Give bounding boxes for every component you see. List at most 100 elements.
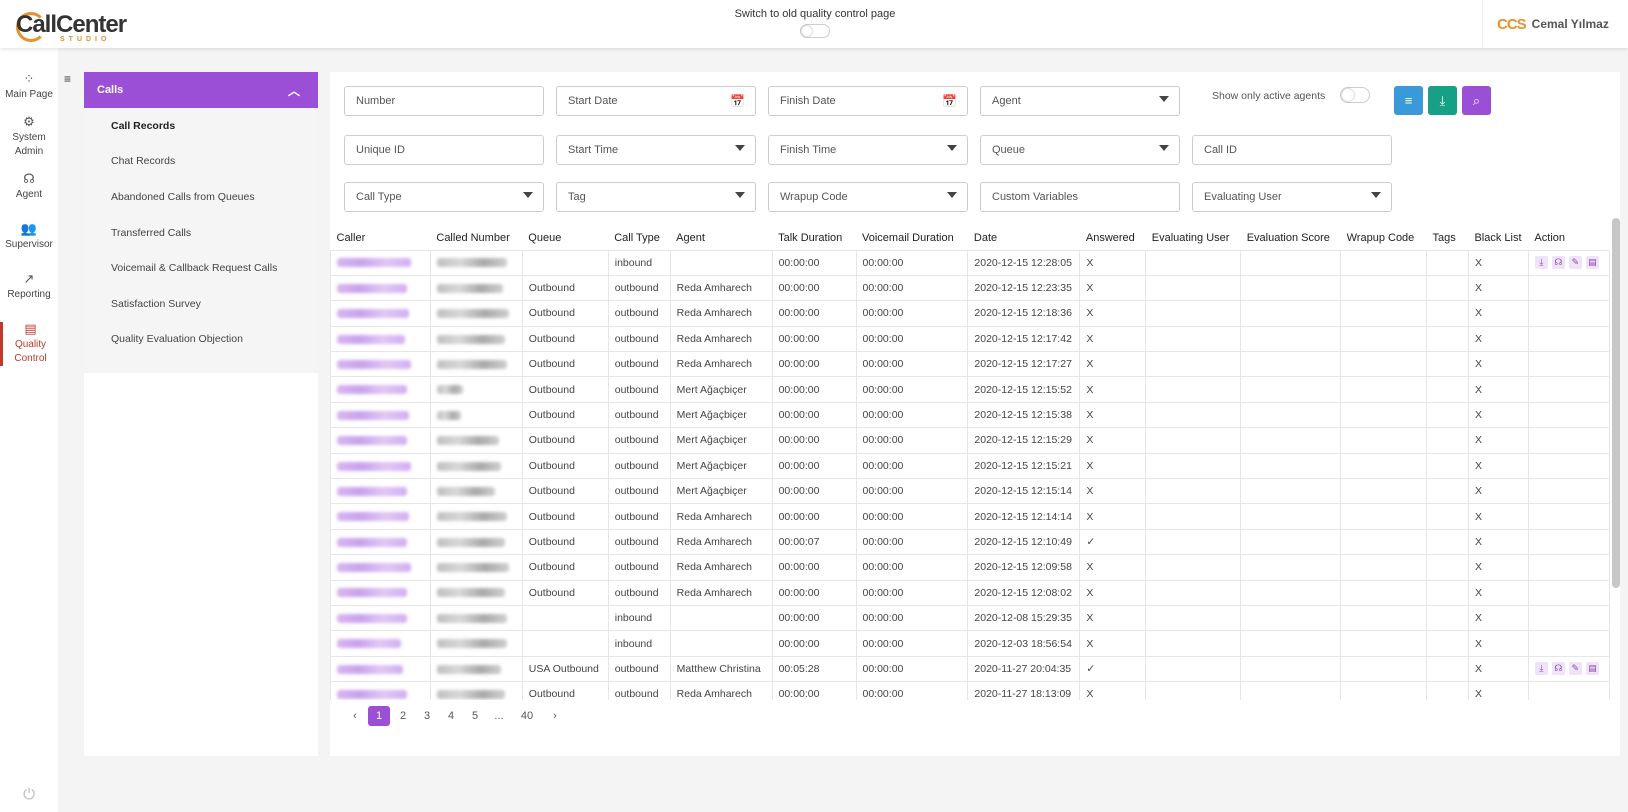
col-header[interactable]: Agent (670, 226, 772, 250)
clipboard-icon[interactable]: ▤ (1585, 256, 1599, 270)
col-header[interactable]: Call Type (608, 226, 670, 250)
table-row[interactable]: inbound 00:00:00 00:00:00 2020-12-08 15:29:… (330, 604, 1610, 632)
table-row[interactable]: Outbound outbound Reda Amharech 00:00:00 00:… (330, 681, 1610, 700)
col-header[interactable]: Black List (1468, 226, 1528, 250)
next-page-button[interactable]: › (544, 706, 566, 726)
table-row[interactable]: Outbound outbound Reda Amharech 00:00:00 00:… (330, 351, 1610, 378)
finish-time-select[interactable]: Finish Time (768, 135, 968, 165)
submenu-item-chat-records[interactable]: Chat Records (84, 144, 318, 180)
submenu-item-call-records[interactable]: Call Records (84, 108, 318, 144)
col-header[interactable]: Caller (331, 226, 431, 250)
clipboard-icon: ▤ (24, 321, 37, 336)
queue-cell (521, 249, 609, 276)
answered-cell: X (1079, 503, 1147, 530)
table-row[interactable]: Outbound outbound Reda Amharech 00:00:00 00:… (330, 554, 1610, 581)
nav-main-page[interactable]: ⁘ Main Page (0, 72, 58, 102)
agent-cell (669, 249, 773, 276)
table-row[interactable]: Outbound outbound Mert Ağaçbiçer 00:00:00 00… (330, 376, 1610, 403)
clipboard-icon[interactable]: ▤ (1585, 662, 1599, 676)
table-row[interactable]: inbound 00:00:00 00:00:00 2020-12-15 12:28:… (330, 249, 1610, 276)
page-button-4[interactable]: 4 (440, 706, 462, 726)
col-header[interactable]: Wrapup Code (1341, 226, 1427, 250)
calendar-icon[interactable]: 📅 (730, 94, 745, 108)
submenu-header[interactable]: Calls ︿ (84, 72, 318, 108)
agent-select[interactable]: Agent (980, 86, 1180, 116)
wrapup-code-select[interactable]: Wrapup Code (768, 182, 968, 212)
queue-select[interactable]: Queue (980, 135, 1180, 165)
collapse-menu-icon[interactable]: ≡ (64, 72, 71, 86)
nav-quality-control[interactable]: ▤ Quality Control (0, 322, 58, 366)
submenu-item-abandoned-calls[interactable]: Abandoned Calls from Queues (84, 179, 318, 215)
custom-variables-field[interactable]: Custom Variables (980, 182, 1180, 212)
calendar-icon[interactable]: 📅 (942, 94, 957, 108)
table-row[interactable]: Outbound outbound Reda Amharech 00:00:00 00:… (330, 503, 1610, 530)
nav-reporting[interactable]: ↗ Reporting (0, 272, 58, 302)
caller-cell (330, 503, 431, 530)
start-date-field[interactable]: Start Date 📅 (556, 86, 756, 116)
submenu-item-satisfaction-survey[interactable]: Satisfaction Survey (84, 286, 318, 322)
table-row[interactable]: Outbound outbound Mert Ağaçbiçer 00:00:00 00… (330, 401, 1610, 429)
records-table: Caller Called Number Queue Call Type Age… (330, 226, 1610, 700)
callcenter-logo[interactable]: CallCenter STUDIO (16, 6, 127, 44)
search-button[interactable]: ⌕ (1462, 86, 1491, 115)
table-row[interactable]: Outbound outbound Mert Ağaçbiçer 00:00:00 00… (330, 478, 1610, 505)
headphones-icon[interactable]: ☊ (1551, 256, 1565, 270)
col-header[interactable]: Tags (1427, 226, 1469, 250)
table-scrollbar[interactable] (1612, 218, 1620, 588)
col-header[interactable]: Voicemail Duration (856, 226, 968, 250)
page-button-2[interactable]: 2 (392, 706, 414, 726)
table-row[interactable]: inbound 00:00:00 00:00:00 2020-12-03 18:56:… (330, 630, 1610, 657)
col-header[interactable]: Called Number (430, 226, 522, 250)
pencil-icon[interactable]: ✎ (1568, 662, 1582, 676)
table-row[interactable]: Outbound outbound Mert Ağaçbiçer 00:00:00 00… (330, 452, 1610, 480)
col-header[interactable]: Queue (522, 226, 608, 250)
col-header[interactable]: Evaluation Score (1241, 226, 1341, 250)
submenu-item-transferred-calls[interactable]: Transferred Calls (84, 215, 318, 251)
tag-select[interactable]: Tag (556, 182, 756, 212)
call-type-select[interactable]: Call Type (344, 182, 544, 212)
filter-button[interactable]: ≡ (1394, 86, 1423, 115)
table-row[interactable]: Outbound outbound Reda Amharech 00:00:00 00:… (330, 274, 1610, 302)
table-row[interactable]: USA Outbound outbound Matthew Christina 00:… (330, 655, 1610, 683)
evaluating-user-select[interactable]: Evaluating User (1192, 182, 1392, 212)
submenu-item-quality-objection[interactable]: Quality Evaluation Objection (84, 322, 318, 358)
nav-agent[interactable]: ☊ Agent (0, 172, 58, 202)
power-icon[interactable]: ⏻ (20, 786, 38, 804)
active-agents-toggle[interactable] (1340, 87, 1370, 103)
col-header[interactable]: Talk Duration (772, 226, 856, 250)
table-row[interactable]: Outbound outbound Reda Amharech 00:00:00 00:… (330, 325, 1610, 353)
call-type-placeholder: Call Type (356, 191, 402, 203)
user-menu[interactable]: CCS Cemal Yılmaz (1482, 0, 1628, 48)
page-button-3[interactable]: 3 (416, 706, 438, 726)
talk-cell: 00:00:00 (771, 249, 857, 276)
page-button-1[interactable]: 1 (368, 706, 390, 726)
download-icon[interactable]: ⤓ (1534, 256, 1548, 270)
table-row[interactable]: Outbound outbound Reda Amharech 00:00:00 00:… (330, 300, 1610, 327)
start-time-select[interactable]: Start Time (556, 135, 756, 165)
call-id-field[interactable]: Call ID (1192, 135, 1392, 165)
nav-system-admin[interactable]: ⚙ System Admin (0, 115, 58, 159)
answered-cell: X (1079, 427, 1147, 454)
page-button-40[interactable]: 40 (512, 706, 542, 726)
prev-page-button[interactable]: ‹ (344, 706, 366, 726)
unique-id-field[interactable]: Unique ID (344, 135, 544, 165)
export-button[interactable]: ⤓ (1428, 86, 1457, 115)
redacted-caller (337, 461, 411, 471)
col-header[interactable]: Answered (1080, 226, 1146, 250)
table-row[interactable]: Outbound outbound Reda Amharech 00:00:00 00:… (330, 579, 1610, 606)
col-header[interactable]: Evaluating User (1146, 226, 1241, 250)
number-field[interactable]: Number (344, 86, 544, 116)
table-row[interactable]: Outbound outbound Mert Ağaçbiçer 00:00:00 00… (330, 427, 1610, 454)
nav-supervisor[interactable]: 👥 Supervisor (0, 222, 58, 252)
pencil-icon[interactable]: ✎ (1568, 256, 1582, 270)
table-row[interactable]: Outbound outbound Reda Amharech 00:00:07 00:… (330, 528, 1610, 556)
old-page-toggle[interactable] (800, 24, 830, 38)
page-button-5[interactable]: 5 (464, 706, 486, 726)
caller-cell (330, 579, 431, 606)
headphones-icon[interactable]: ☊ (1551, 662, 1565, 676)
col-header[interactable]: Date (968, 226, 1080, 250)
download-icon[interactable]: ⤓ (1534, 662, 1548, 676)
vm-cell: 00:00:00 (855, 401, 969, 429)
submenu-item-voicemail-callback[interactable]: Voicemail & Callback Request Calls (84, 250, 318, 286)
finish-date-field[interactable]: Finish Date 📅 (768, 86, 968, 116)
